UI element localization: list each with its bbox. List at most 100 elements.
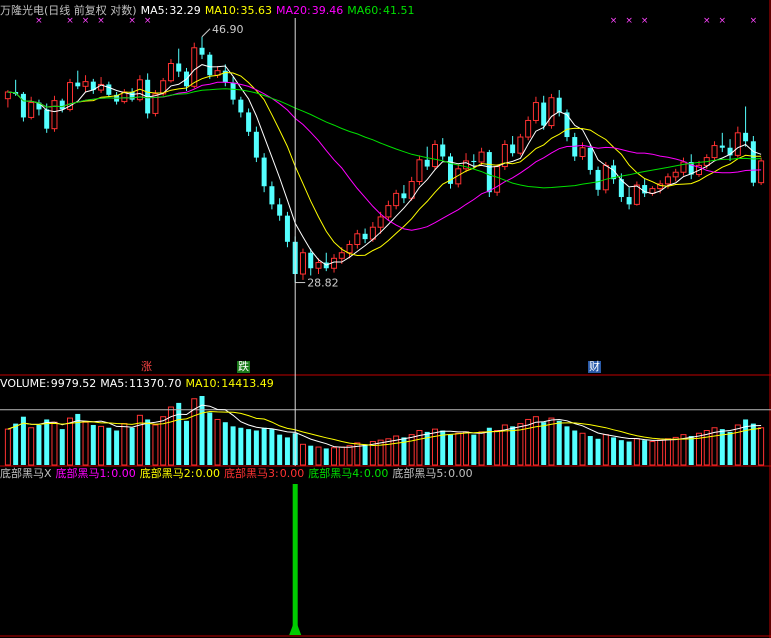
volume-bar [315,446,322,466]
candle-body [579,147,586,157]
ma20-value: 39.46 [311,4,344,17]
top-signal-marker: × [97,16,105,26]
candle-body [758,160,765,184]
candle-body [564,112,570,138]
volume-bar [579,432,586,466]
volume-bar [145,419,151,465]
candle-body [393,192,400,207]
volume-bar [633,438,640,466]
volume-bar [4,428,11,466]
candle-body [261,157,267,187]
candle-body [331,257,338,269]
volume-bar [253,430,259,465]
candle-body [719,145,725,148]
candle-body [734,132,741,156]
volume-bar [727,431,733,465]
high-pointer [201,28,211,38]
candle-body [129,91,135,100]
volume-bar [525,418,532,466]
ma60-label: MA60: [347,4,382,17]
volume-bar [548,417,555,466]
volume-bar [346,445,353,466]
volume-bar [246,429,252,465]
volume-bar [424,431,430,465]
volume-bar [703,430,710,466]
candle-body [595,169,601,190]
ma60-value: 41.51 [382,4,415,17]
volume-bar [331,447,338,466]
volume-bar [494,430,501,466]
candle-body [20,93,26,118]
volume-bar [448,434,454,465]
volume-bar [642,440,648,465]
ma10-value: 35.63 [240,4,273,17]
volume-bar [90,424,96,465]
volume-bar [284,437,290,465]
candle-body [602,164,609,191]
volume-bar [238,427,244,465]
top-signal-marker: × [35,16,43,26]
volume-bar [431,428,438,466]
candle-body [308,252,314,269]
indicator-4-label: 底部黑马4: [308,467,363,480]
volume-bar [408,434,415,466]
vol-ma5-value: 11370.70 [129,377,182,390]
volume-bar [36,424,42,465]
candle-body [51,100,58,130]
candle-body [299,252,306,275]
top-signal-marker: × [750,16,758,26]
candle-body [532,102,539,121]
ma60-line [7,88,762,189]
volume-bar [587,436,593,465]
volume-bar [261,427,267,465]
candle-body [362,233,368,240]
volume-bar [106,427,112,465]
volume-bar [657,439,664,466]
candle-body [633,184,640,205]
volume-bar [299,443,306,466]
candle-body [541,102,547,126]
vol_ma5-line [7,404,762,448]
candle-body [385,205,392,218]
stock-title: 万隆光电(日线 前复权 对数) [0,4,137,17]
volume-bar [532,416,539,466]
price-header: 万隆光电(日线 前复权 对数) MA5:32.29 MA10:35.63 MA20:3… [0,4,418,17]
candle-body [44,109,50,129]
volume-bar [152,424,159,466]
volume-bar [672,436,679,466]
volume-bar [230,426,236,465]
vol-ma10-label: MA10: [185,377,221,390]
candle-body [377,216,384,228]
volume-bar [556,420,562,465]
volume-bar [478,431,485,466]
top-signal-marker: × [66,16,74,26]
volume-bar [308,445,314,465]
volume-bar [602,434,609,466]
volume-value: 9979.52 [50,377,97,390]
volume-bar [269,429,275,465]
volume-bar [564,426,570,465]
stock-chart: × × × × × × × × × × × × 46.90 28.82 [0,0,771,638]
candle-body [486,152,492,193]
volume-bar [323,448,329,465]
volume-bar [758,427,765,466]
candle-body [277,204,283,216]
signal-base [289,619,302,635]
volume-bar [44,419,50,465]
volume-bar [626,441,632,465]
candle-body [548,97,555,127]
volume-bar [59,429,65,465]
candle-body [4,91,11,100]
ma5-value: 32.29 [169,4,201,17]
candle-body [440,144,446,157]
volume-bar [611,437,617,465]
indicator-2-label: 底部黑马2: [139,467,195,480]
high-price-label: 46.90 [212,23,244,36]
candle-body [246,112,252,132]
candle-body [401,193,407,199]
candle-body [478,151,485,163]
candle-body [664,176,671,185]
top-signal-marker: × [610,16,618,26]
volume-bar [541,422,547,465]
candle-body [431,143,438,168]
